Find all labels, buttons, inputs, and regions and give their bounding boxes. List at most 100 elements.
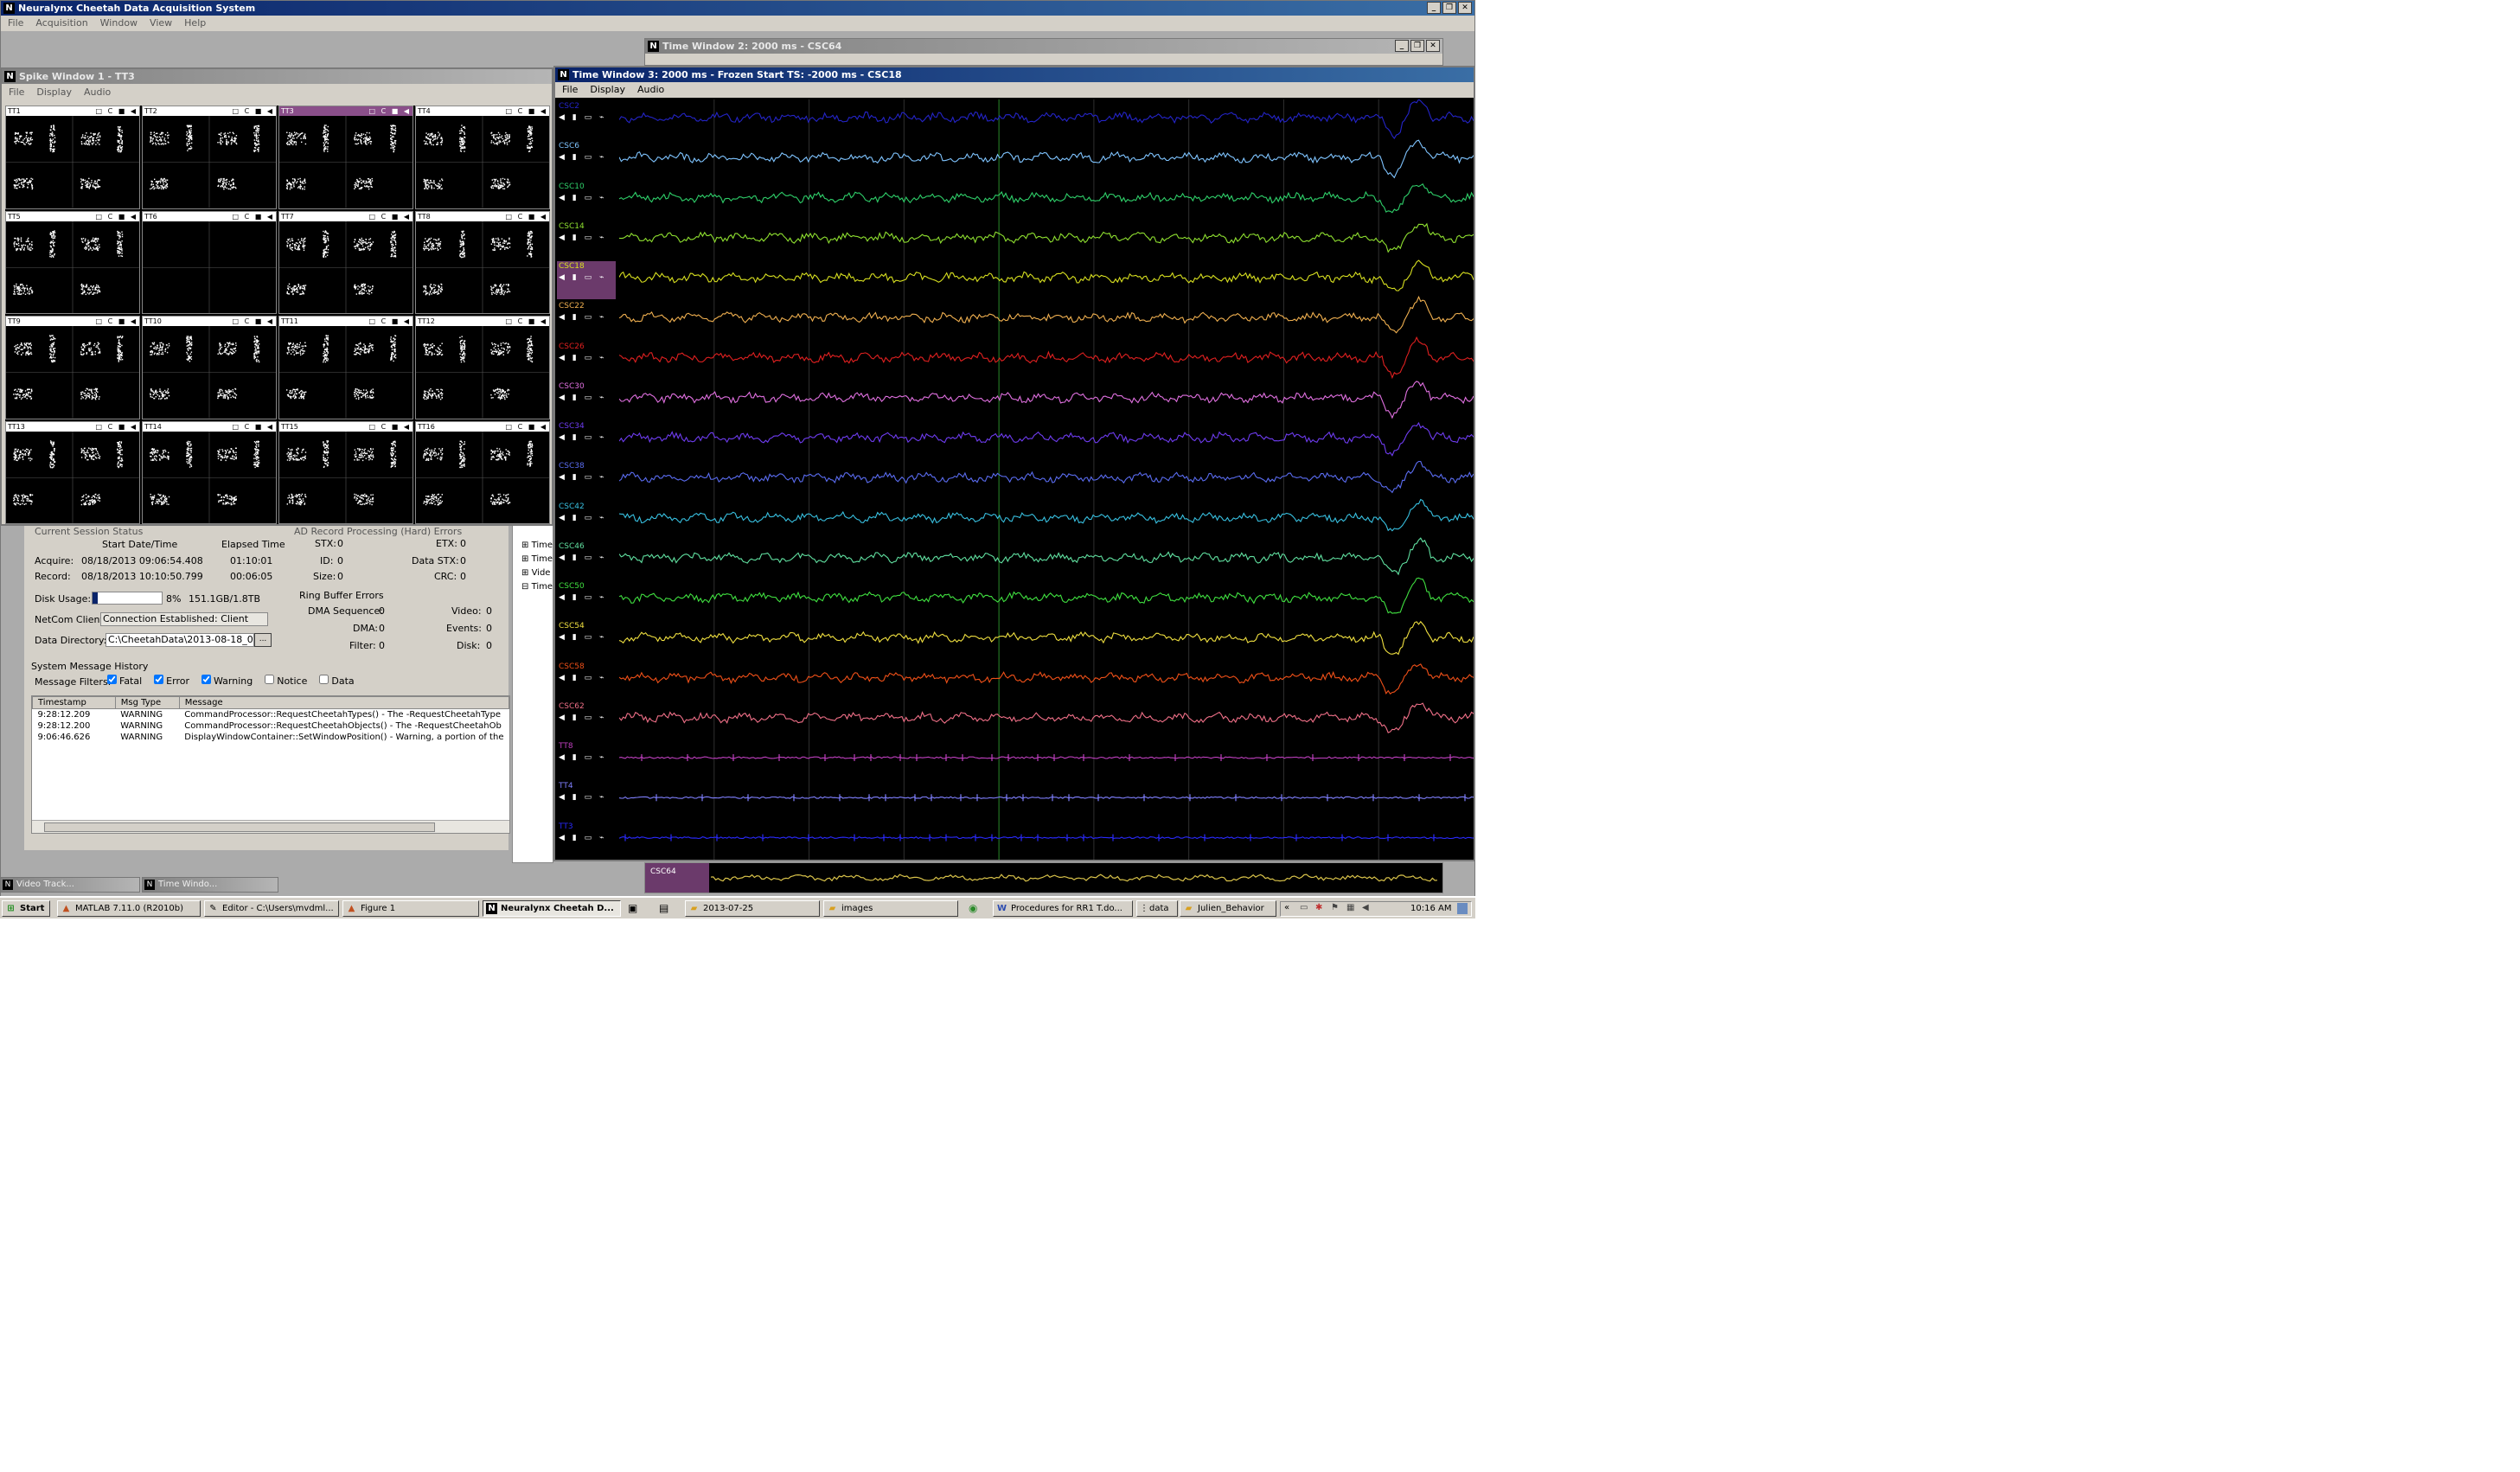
tetrode-panel[interactable]: TT4 □ C ■ ◀: [415, 106, 550, 209]
tetrode-controls[interactable]: □ C ■ ◀: [96, 106, 138, 116]
tree-item[interactable]: ⊞ Vide: [521, 568, 550, 578]
restore-button[interactable]: ❐: [1442, 2, 1456, 14]
tree-item-label: Time: [531, 554, 553, 564]
app-titlebar[interactable]: N Neuralynx Cheetah Data Acquisition Sys…: [1, 1, 1474, 16]
tetrode-controls[interactable]: □ C ■ ◀: [233, 212, 274, 221]
tetrode-controls[interactable]: □ C ■ ◀: [233, 422, 274, 432]
col-message[interactable]: Message: [178, 696, 509, 709]
tetrode-header[interactable]: TT5 □ C ■ ◀: [6, 211, 139, 221]
tree-item[interactable]: ⊟ Time: [521, 582, 553, 592]
spike-point: [256, 361, 258, 362]
tetrode-controls[interactable]: □ C ■ ◀: [96, 212, 138, 221]
tetrode-header[interactable]: TT7 □ C ■ ◀: [279, 211, 413, 221]
spike-menu-display[interactable]: Display: [36, 84, 72, 101]
tetrode-header[interactable]: TT11 □ C ■ ◀: [279, 317, 413, 326]
spike-menu-file[interactable]: File: [9, 84, 24, 101]
table-row[interactable]: 9:28:12.200 WARNING CommandProcessor::Requ…: [33, 720, 509, 732]
tetrode-panel[interactable]: TT5 □ C ■ ◀: [5, 210, 140, 314]
tetrode-controls[interactable]: □ C ■ ◀: [506, 317, 547, 326]
tetrode-header[interactable]: TT10 □ C ■ ◀: [143, 317, 276, 326]
spike-point: [460, 359, 462, 361]
tetrode-header[interactable]: TT9 □ C ■ ◀: [6, 317, 139, 326]
menu-view[interactable]: View: [150, 16, 172, 31]
spike-point: [394, 249, 396, 252]
tetrode-controls[interactable]: □ C ■ ◀: [96, 317, 138, 326]
close-button[interactable]: ✕: [1458, 2, 1472, 14]
hscroll-thumb[interactable]: [44, 822, 435, 832]
spike-point: [87, 248, 90, 251]
tetrode-controls[interactable]: □ C ■ ◀: [369, 212, 411, 221]
filter-error[interactable]: Error: [154, 675, 189, 687]
tetrode-header[interactable]: TT1 □ C ■ ◀: [6, 106, 139, 116]
filter-notice[interactable]: Notice: [265, 675, 307, 687]
tetrode-panel[interactable]: TT8 □ C ■ ◀: [415, 210, 550, 314]
spike-point: [83, 343, 85, 345]
tetrode-scatter-plot: [143, 116, 276, 208]
tetrode-header[interactable]: TT4 □ C ■ ◀: [416, 106, 549, 116]
tetrode-panel[interactable]: TT14 □ C ■ ◀: [142, 420, 277, 524]
menu-file[interactable]: File: [8, 16, 23, 31]
spike-point: [80, 283, 83, 285]
tetrode-controls[interactable]: □ C ■ ◀: [506, 106, 547, 116]
tetrode-controls[interactable]: □ C ■ ◀: [96, 422, 138, 432]
message-list[interactable]: Timestamp Msg Type Message 9:28:12.209 WA…: [31, 695, 510, 834]
spike-point: [189, 353, 192, 355]
tetrode-controls[interactable]: □ C ■ ◀: [506, 212, 547, 221]
tetrode-header[interactable]: TT2 □ C ■ ◀: [143, 106, 276, 116]
spike-point: [492, 187, 495, 189]
tetrode-controls[interactable]: □ C ■ ◀: [233, 106, 274, 116]
spike-point: [80, 178, 82, 180]
menu-help[interactable]: Help: [184, 16, 206, 31]
tetrode-controls[interactable]: □ C ■ ◀: [233, 317, 274, 326]
tetrode-panel[interactable]: TT9 □ C ■ ◀: [5, 316, 140, 419]
filter-error-checkbox[interactable]: [154, 675, 164, 684]
tetrode-header[interactable]: TT3 □ C ■ ◀: [279, 106, 413, 116]
tetrode-panel[interactable]: TT12 □ C ■ ◀: [415, 316, 550, 419]
message-list-hscrollbar[interactable]: [32, 820, 509, 833]
browse-directory-button[interactable]: ...: [254, 633, 272, 647]
spike-point: [288, 494, 290, 496]
tetrode-panel[interactable]: TT13 □ C ■ ◀: [5, 420, 140, 524]
spike-point: [90, 132, 92, 134]
filter-fatal[interactable]: Fatal: [107, 675, 142, 687]
filter-notice-checkbox[interactable]: [265, 675, 275, 684]
minimize-button[interactable]: _: [1427, 2, 1441, 14]
menu-window[interactable]: Window: [100, 16, 138, 31]
spike-window-titlebar[interactable]: N Spike Window 1 - TT3: [2, 69, 552, 84]
tetrode-controls[interactable]: □ C ■ ◀: [369, 422, 411, 432]
tetrode-panel[interactable]: TT3 □ C ■ ◀: [278, 106, 413, 209]
tetrode-header[interactable]: TT12 □ C ■ ◀: [416, 317, 549, 326]
tetrode-panel[interactable]: TT1 □ C ■ ◀: [5, 106, 140, 209]
filter-data[interactable]: Data: [319, 675, 355, 687]
tetrode-header[interactable]: TT14 □ C ■ ◀: [143, 421, 276, 432]
tetrode-controls[interactable]: □ C ■ ◀: [369, 106, 411, 116]
tetrode-header[interactable]: TT6 □ C ■ ◀: [143, 211, 276, 221]
tetrode-panel[interactable]: TT2 □ C ■ ◀: [142, 106, 277, 209]
col-msg-type[interactable]: Msg Type: [114, 696, 180, 709]
table-row[interactable]: 9:06:46.626 WARNING DisplayWindowContainer…: [33, 732, 509, 743]
tetrode-panel[interactable]: TT15 □ C ■ ◀: [278, 420, 413, 524]
tetrode-panel[interactable]: TT7 □ C ■ ◀: [278, 210, 413, 314]
filter-fatal-checkbox[interactable]: [107, 675, 117, 684]
tetrode-panel[interactable]: TT11 □ C ■ ◀: [278, 316, 413, 419]
spike-point: [439, 398, 442, 400]
tetrode-controls[interactable]: □ C ■ ◀: [369, 317, 411, 326]
tetrode-header[interactable]: TT15 □ C ■ ◀: [279, 421, 413, 432]
spike-point: [391, 246, 393, 249]
tree-item[interactable]: ⊞ Time: [521, 541, 553, 550]
filter-warning[interactable]: Warning: [201, 675, 253, 687]
data-directory-field[interactable]: C:\CheetahData\2013-08-18_09-: [106, 633, 254, 647]
spike-point: [425, 398, 427, 400]
spike-menu-audio[interactable]: Audio: [84, 84, 111, 101]
tetrode-header[interactable]: TT13 □ C ■ ◀: [6, 421, 139, 432]
tetrode-panel[interactable]: TT6 □ C ■ ◀: [142, 210, 277, 314]
tetrode-panel[interactable]: TT10 □ C ■ ◀: [142, 316, 277, 419]
menu-acquisition[interactable]: Acquisition: [35, 16, 87, 31]
spike-point: [502, 177, 504, 180]
filter-warning-checkbox[interactable]: [201, 675, 211, 684]
filter-data-checkbox[interactable]: [319, 675, 329, 684]
tetrode-header[interactable]: TT8 □ C ■ ◀: [416, 211, 549, 221]
col-timestamp[interactable]: Timestamp: [32, 696, 116, 709]
table-row[interactable]: 9:28:12.209 WARNING CommandProcessor::Requ…: [33, 709, 509, 721]
tree-item[interactable]: ⊞ Time: [521, 554, 553, 564]
